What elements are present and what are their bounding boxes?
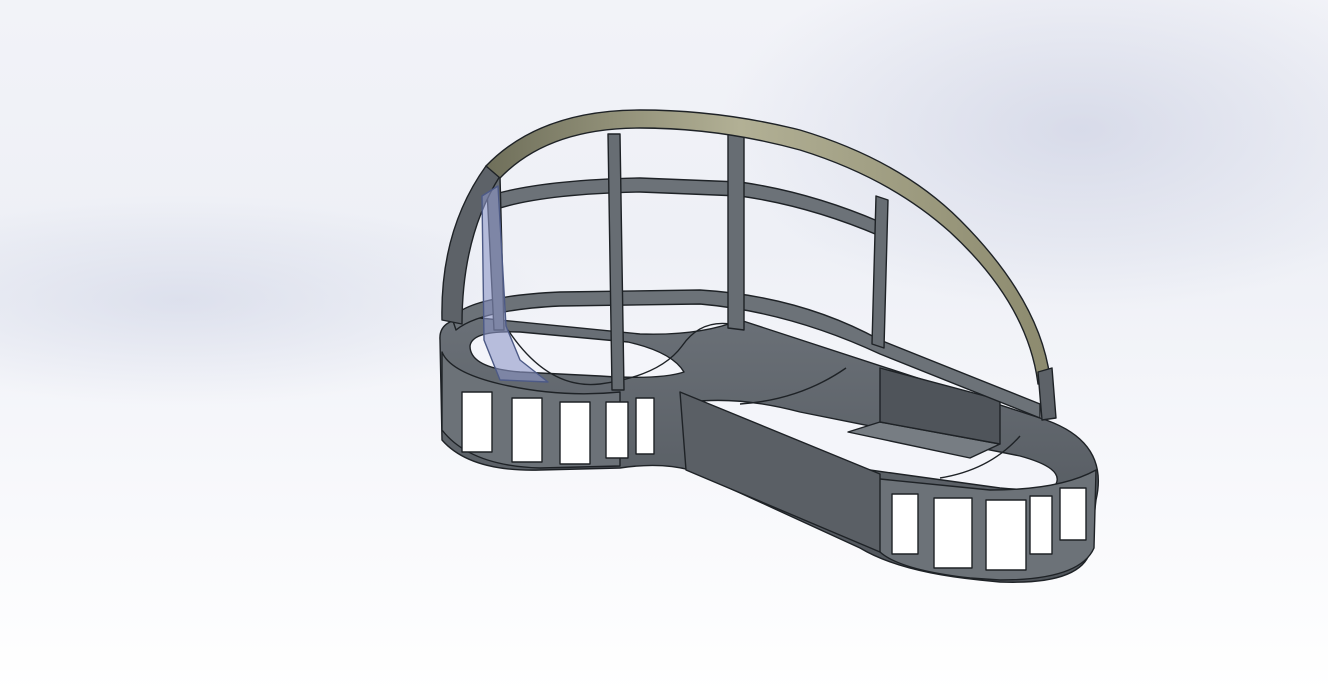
cad-model-view[interactable] <box>0 0 1328 694</box>
rear-frame-right <box>1037 367 1057 421</box>
graphics-viewport[interactable] <box>0 0 1328 694</box>
upper-rail <box>487 177 881 237</box>
model-assembly[interactable] <box>439 109 1100 583</box>
